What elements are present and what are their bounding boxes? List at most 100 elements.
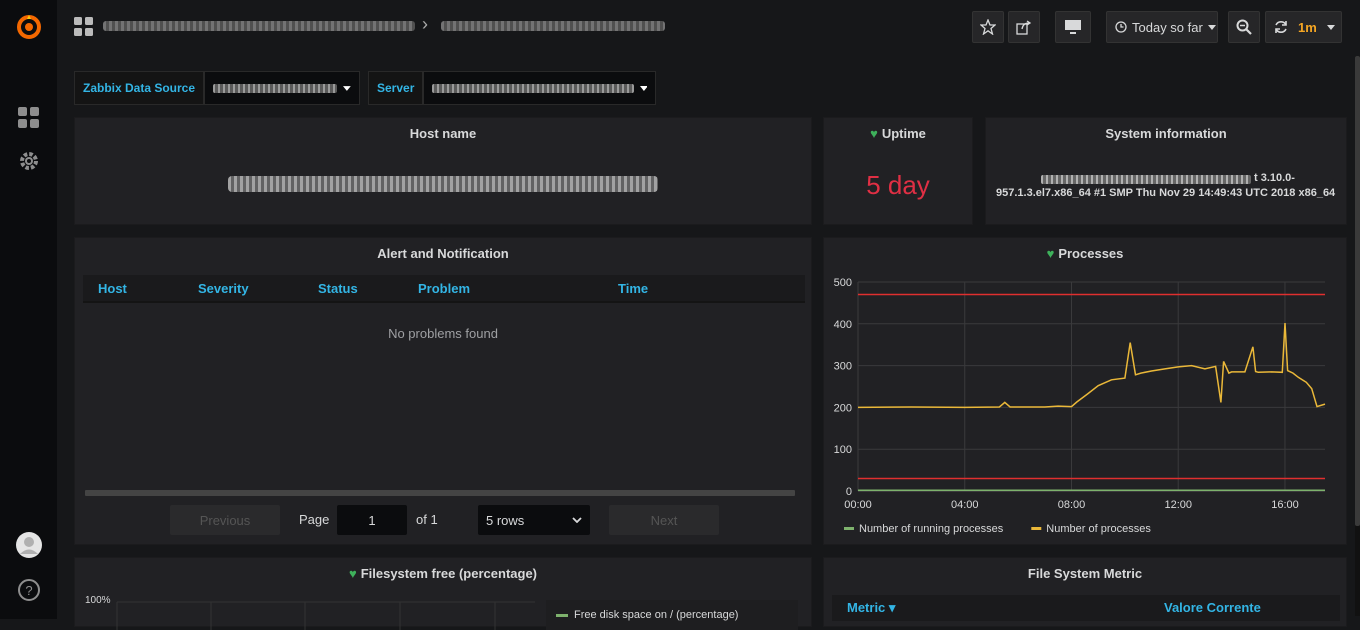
filesystem-panel: ♥ Filesystem free (percentage) 100% Free … [74,557,812,630]
refresh-button[interactable]: 1m [1265,11,1342,43]
alert-panel: Alert and Notification Host Severity Sta… [74,237,812,545]
column-status[interactable]: Status [318,275,358,303]
refresh-icon [1275,21,1287,33]
server-select[interactable] [423,71,657,105]
top-navbar: › Today so far 1m [57,0,1360,55]
filesystem-legend: Free disk space on / (percentage) [546,600,798,630]
page-scrollbar-track [1355,56,1360,616]
share-button[interactable] [1008,11,1040,43]
system-info-panel: System information t 3.10.0- 957.1.3.el7… [985,117,1347,225]
chevron-down-icon [572,517,582,523]
table-header: Metric ▾ Valore Corrente [832,595,1340,621]
processes-panel: ♥ Processes 0 100 200 300 400 500 00:00 04:00 08:… [823,237,1347,545]
y-tick-label: 0 [846,486,852,498]
column-host[interactable]: Host [98,275,127,303]
legend-item[interactable]: Free disk space on / (percentage) [574,609,738,621]
next-button[interactable]: Next [609,505,719,535]
panel-title: Filesystem free (percentage) [360,566,537,581]
redacted-value [432,83,634,93]
svg-text:?: ? [25,583,32,598]
legend-swatch [1031,527,1042,530]
y-tick-label: 100 [834,444,852,456]
caret-down-icon [1207,24,1216,30]
x-tick-label: 08:00 [1058,499,1086,511]
y-axis-label: 100% [85,595,111,606]
clock-icon [1115,21,1127,33]
x-tick-label: 16:00 [1271,499,1299,511]
fs-metric-panel: File System Metric Metric ▾ Valore Corre… [823,557,1347,627]
x-tick-label: 12:00 [1164,499,1192,511]
panel-title: System information [1105,126,1227,141]
gear-icon[interactable] [14,146,44,176]
caret-down-icon [1326,24,1335,30]
page-input[interactable]: 1 [337,505,407,535]
empty-message: No problems found [388,326,498,341]
panel-title-row: ♥ Uptime [824,126,972,141]
filesystem-chart-grid [116,601,535,630]
redacted-value [213,83,338,93]
heart-icon: ♥ [870,126,878,141]
column-time[interactable]: Time [618,275,648,303]
system-info-line2: 957.1.3.el7.x86_64 #1 SMP Thu Nov 29 14:… [996,187,1336,199]
variable-label: Server [368,71,424,105]
uptime-panel: ♥ Uptime 5 day [823,117,973,225]
heart-icon: ♥ [348,566,357,581]
column-current-value[interactable]: Valore Corrente [1164,595,1261,621]
side-nav: ? [0,0,57,619]
variable-datasource: Zabbix Data Source [74,71,361,105]
rows-select[interactable]: 5 rows [478,505,590,535]
zoom-out-button[interactable] [1228,11,1260,43]
legend-item: Number of running processes [859,523,1004,535]
avatar[interactable] [14,530,44,560]
help-icon[interactable]: ? [14,575,44,605]
panel-title: Alert and Notification [377,246,509,261]
legend-swatch [556,613,568,617]
host-name-panel: Host name [74,117,812,225]
column-metric[interactable]: Metric ▾ [847,595,895,621]
star-button[interactable] [972,11,1004,43]
y-tick-label: 500 [834,277,852,289]
time-picker-button[interactable]: Today so far [1106,11,1218,43]
legend-swatch [844,527,854,530]
monitor-icon [1065,20,1081,34]
zoom-out-icon [1236,19,1252,35]
tv-mode-button[interactable] [1055,11,1091,43]
dashboard-grid-icon[interactable] [74,17,94,40]
y-tick-label: 300 [834,361,852,373]
x-tick-label: 04:00 [951,499,979,511]
page-count: of 1 [416,512,438,527]
breadcrumb-dashboard-redacted[interactable] [441,21,665,31]
table-header: Host Severity Status Problem Time [83,275,805,303]
caret-down-icon [343,85,352,91]
legend-item: Number of processes [1046,523,1151,535]
star-icon [980,19,996,35]
variable-label: Zabbix Data Source [74,71,205,105]
page-label: Page [299,512,330,527]
panel-title: File System Metric [1027,566,1143,581]
redacted-host-name [228,176,658,192]
panel-title: Host name [409,126,477,141]
x-tick-label: 00:00 [844,499,872,511]
breadcrumb-folder-redacted[interactable] [103,21,415,31]
column-severity[interactable]: Severity [198,275,249,303]
page-scrollbar-thumb[interactable] [1355,56,1360,526]
y-tick-label: 400 [834,319,852,331]
y-tick-label: 200 [834,402,852,414]
rows-select-value: 5 rows [486,512,525,528]
uptime-value: 5 day [866,170,930,200]
share-icon [1016,20,1032,35]
previous-button[interactable]: Previous [170,505,280,535]
time-range-label: Today so far [1132,19,1203,35]
system-info-line1: t 3.10.0- [1254,172,1295,184]
dashboards-icon[interactable] [14,103,44,133]
refresh-interval: 1m [1298,19,1317,35]
panel-title-row: ♥ Filesystem free (percentage) [75,566,811,581]
horizontal-scrollbar[interactable] [85,490,795,496]
datasource-select[interactable] [204,71,361,105]
panel-title: Uptime [881,126,926,141]
grafana-logo-icon[interactable] [14,12,44,42]
column-problem[interactable]: Problem [418,275,470,303]
variable-server: Server [368,71,657,105]
processes-chart: 0 100 200 300 400 500 00:00 04:00 08:00 12:00 16:0… [834,277,1326,535]
caret-down-icon [639,85,648,91]
